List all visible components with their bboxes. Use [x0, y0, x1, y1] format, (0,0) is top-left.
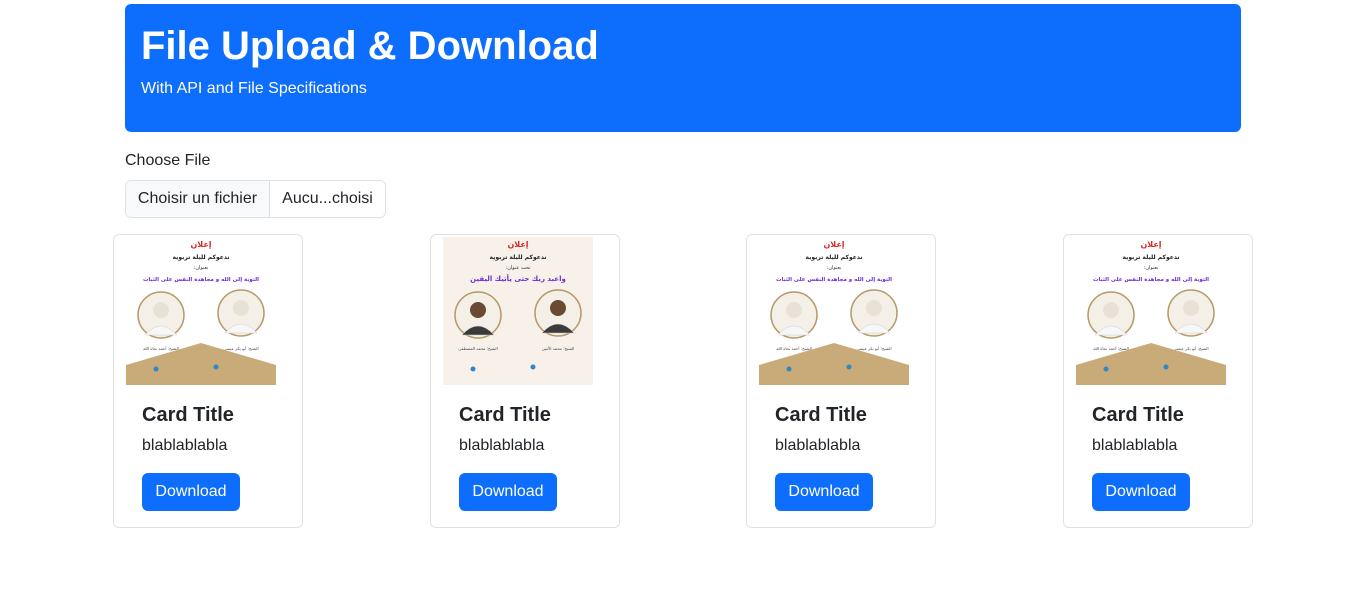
speaker-photo — [1087, 291, 1135, 339]
card-image: إعلان ندعوكم لليلة تربوية بعنوان: التوبة إل… — [126, 237, 276, 385]
speaker-name: الشيخ: محمد الأمين — [542, 346, 575, 351]
card-title: Card Title — [1092, 404, 1184, 426]
poster-topic: التوبة إلى الله و مجاهدة النفس على الثبا… — [143, 277, 259, 283]
speaker-name: الشيخ: أبو بكر عيسى — [1173, 346, 1208, 351]
poster-illustration: إعلان ندعوكم لليلة تربوية بعنوان: التوبة إل… — [126, 240, 276, 385]
location-pin-icon — [786, 366, 792, 372]
speaker-photo — [454, 291, 502, 339]
location-pin-icon — [530, 364, 536, 370]
file-name-status: Aucu...choisi — [282, 190, 373, 207]
download-button[interactable]: Download — [775, 473, 873, 511]
location-pin-icon — [470, 366, 476, 372]
card-text: blablablabla — [1092, 437, 1178, 454]
poster-line: بعنوان: — [827, 265, 842, 271]
speaker-photo — [137, 291, 185, 339]
download-button[interactable]: Download — [1092, 473, 1190, 511]
card-text: blablablabla — [459, 437, 545, 454]
file-card: إعلان ندعوكم لليلة تربوية بعنوان: التوبة إل… — [746, 234, 936, 528]
poster-topic: واعبد ربك حتى يأتيك اليقين — [470, 274, 566, 283]
location-pin-icon — [1163, 364, 1169, 370]
poster-topic: التوبة إلى الله و مجاهدة النفس على الثبا… — [1093, 277, 1209, 283]
poster-line: ندعوكم لليلة تربوية — [1122, 254, 1179, 261]
poster-heading: إعلان — [190, 240, 211, 249]
download-button[interactable]: Download — [142, 473, 240, 511]
page-title: File Upload & Download — [141, 24, 599, 68]
speaker-name: الشيخ: أحمد نجاة الله — [1093, 346, 1129, 351]
card-title: Card Title — [459, 404, 551, 426]
speaker-name: الشيخ: أبو بكر عيسى — [856, 346, 891, 351]
speaker-name: الشيخ: أحمد نجاة الله — [776, 346, 812, 351]
poster-line: ندعوكم لليلة تربوية — [172, 254, 229, 261]
poster-illustration: إعلان ندعوكم لليلة تربوية بعنوان: التوبة إل… — [759, 240, 909, 385]
poster-line: بعنوان: — [194, 265, 209, 271]
speaker-name: الشيخ: محمد المصطفى — [458, 346, 497, 351]
file-card: إعلان ندعوكم لليلة تربوية بعنوان: التوبة إل… — [1063, 234, 1253, 528]
speaker-name: الشيخ: أبو بكر عيسى — [223, 346, 258, 351]
file-card: إعلان ندعوكم لليلة تربوية تحت عنوان: واعبد … — [430, 234, 620, 528]
poster-heading: إعلان — [823, 240, 844, 249]
speaker-photo — [850, 289, 898, 337]
poster-illustration: إعلان ندعوكم لليلة تربوية بعنوان: التوبة إل… — [1076, 240, 1226, 385]
poster-illustration: إعلان ندعوكم لليلة تربوية تحت عنوان: واعبد … — [454, 240, 582, 372]
speaker-photo — [770, 291, 818, 339]
poster-heading: إعلان — [1140, 240, 1161, 249]
poster-line: تحت عنوان: — [506, 265, 532, 271]
card-text: blablablabla — [775, 437, 861, 454]
speaker-photo — [534, 289, 582, 337]
poster-line: ندعوكم لليلة تربوية — [489, 254, 546, 261]
card-title: Card Title — [775, 404, 867, 426]
location-pin-icon — [153, 366, 159, 372]
file-card: إعلان ندعوكم لليلة تربوية بعنوان: التوبة إل… — [113, 234, 303, 528]
card-image: إعلان ندعوكم لليلة تربوية بعنوان: التوبة إل… — [1076, 237, 1226, 385]
poster-line: بعنوان: — [1144, 265, 1159, 271]
location-pin-icon — [1103, 366, 1109, 372]
page-subtitle: With API and File Specifications — [141, 80, 367, 97]
download-button[interactable]: Download — [459, 473, 557, 511]
card-title: Card Title — [142, 404, 234, 426]
speaker-photo — [217, 289, 265, 337]
card-text: blablablabla — [142, 437, 228, 454]
poster-topic: التوبة إلى الله و مجاهدة النفس على الثبا… — [776, 277, 892, 283]
card-image: إعلان ندعوكم لليلة تربوية تحت عنوان: واعبد … — [443, 237, 593, 385]
location-pin-icon — [846, 364, 852, 370]
card-image: إعلان ندعوكم لليلة تربوية بعنوان: التوبة إل… — [759, 237, 909, 385]
file-input-label: Choose File — [125, 152, 211, 169]
speaker-photo — [1167, 289, 1215, 337]
poster-line: ندعوكم لليلة تربوية — [805, 254, 862, 261]
file-input[interactable]: Choisir un fichier Aucu...choisi — [125, 180, 386, 218]
location-pin-icon — [213, 364, 219, 370]
choose-file-button[interactable]: Choisir un fichier — [126, 181, 270, 217]
header-banner: File Upload & Download With API and File… — [125, 4, 1241, 132]
poster-heading: إعلان — [507, 240, 528, 249]
speaker-name: الشيخ: أحمد نجاة الله — [143, 346, 179, 351]
